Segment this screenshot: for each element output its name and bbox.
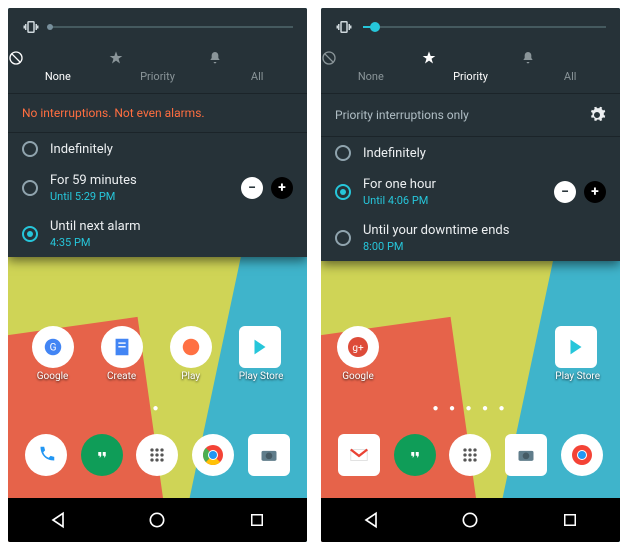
increment-button[interactable]: + xyxy=(584,181,606,203)
nav-recent[interactable] xyxy=(559,509,581,531)
option-label: Until your downtime ends xyxy=(363,223,606,238)
tab-priority[interactable]: Priority xyxy=(421,42,521,93)
tab-all-label: All xyxy=(564,70,577,83)
dock-row xyxy=(321,434,620,476)
bell-icon xyxy=(520,50,620,66)
svg-text:g+: g+ xyxy=(352,343,364,354)
nav-home[interactable] xyxy=(459,509,481,531)
volume-slider[interactable] xyxy=(50,26,293,28)
app-label: Play Store xyxy=(555,371,600,382)
option-label: Until next alarm xyxy=(50,219,293,234)
radio-icon xyxy=(335,145,351,161)
decrement-button[interactable]: − xyxy=(554,181,576,203)
settings-button[interactable] xyxy=(588,106,606,124)
option-for-duration[interactable]: For one hour Until 4:06 PM − + xyxy=(321,169,620,215)
nav-back[interactable] xyxy=(360,509,382,531)
dock-gmail[interactable] xyxy=(338,434,380,476)
option-indefinitely[interactable]: Indefinitely xyxy=(8,133,307,165)
decrement-button[interactable]: − xyxy=(241,177,263,199)
app-label: Play Store xyxy=(239,371,284,382)
option-subtext: Until 4:06 PM xyxy=(363,194,542,207)
dock-camera[interactable] xyxy=(248,434,290,476)
app-google[interactable]: G Google xyxy=(32,326,74,382)
option-subtext: 4:35 PM xyxy=(50,236,293,249)
option-label: For one hour xyxy=(363,177,542,192)
tab-all[interactable]: All xyxy=(207,42,307,93)
mode-tabs: None Priority All xyxy=(8,42,307,94)
status-message: No interruptions. Not even alarms. xyxy=(22,106,205,120)
app-row-folders: g+ Google Play Store xyxy=(321,326,620,382)
tab-all[interactable]: All xyxy=(520,42,620,93)
dock-chrome[interactable] xyxy=(192,434,234,476)
nav-recent[interactable] xyxy=(246,509,268,531)
option-subtext: 8:00 PM xyxy=(363,240,606,253)
radio-icon xyxy=(22,141,38,157)
dock-hangouts[interactable] xyxy=(81,434,123,476)
radio-icon xyxy=(335,230,351,246)
option-label: Indefinitely xyxy=(363,146,606,161)
volume-row xyxy=(321,8,620,42)
star-icon xyxy=(421,50,521,66)
interruption-panel: None Priority All Priority interruptions… xyxy=(321,8,620,261)
page-indicator: ● xyxy=(8,403,307,414)
radio-icon xyxy=(335,184,351,200)
screenshot-left: None Priority All No interruptions. Not … xyxy=(8,8,307,542)
dock-app-drawer[interactable] xyxy=(449,434,491,476)
dock-row xyxy=(8,434,307,476)
dock-app-drawer[interactable] xyxy=(136,434,178,476)
app-create[interactable]: Create xyxy=(101,326,143,382)
app-play[interactable]: Play xyxy=(170,326,212,382)
mode-tabs: None Priority All xyxy=(321,42,620,94)
increment-button[interactable]: + xyxy=(271,177,293,199)
volume-slider[interactable] xyxy=(363,26,606,28)
tab-all-label: All xyxy=(251,70,264,83)
option-indefinitely[interactable]: Indefinitely xyxy=(321,137,620,169)
dock-phone[interactable] xyxy=(25,434,67,476)
screenshot-right: None Priority All Priority interruptions… xyxy=(321,8,620,542)
nav-back[interactable] xyxy=(47,509,69,531)
option-label: For 59 minutes xyxy=(50,173,229,188)
radio-icon xyxy=(22,180,38,196)
star-icon xyxy=(108,50,208,66)
app-row-folders: G Google Create Play Play Store xyxy=(8,326,307,382)
app-label: Google xyxy=(337,371,379,382)
radio-icon xyxy=(22,226,38,242)
status-message-row: No interruptions. Not even alarms. xyxy=(8,94,307,133)
navigation-bar xyxy=(8,498,307,542)
dock-hangouts[interactable] xyxy=(394,434,436,476)
vibrate-icon xyxy=(335,18,353,36)
option-label: Indefinitely xyxy=(50,142,293,157)
block-icon xyxy=(8,50,108,66)
app-label: Google xyxy=(32,371,74,382)
tab-priority-label: Priority xyxy=(140,70,175,83)
tab-none[interactable]: None xyxy=(8,42,108,93)
app-play-store[interactable]: Play Store xyxy=(555,326,600,382)
svg-text:G: G xyxy=(49,343,56,354)
dock-camera[interactable] xyxy=(505,434,547,476)
dock-chrome[interactable] xyxy=(561,434,603,476)
bell-icon xyxy=(207,50,307,66)
app-google-plus[interactable]: g+ Google xyxy=(337,326,379,382)
block-icon xyxy=(321,50,421,66)
status-message: Priority interruptions only xyxy=(335,108,469,122)
option-until-alarm[interactable]: Until next alarm 4:35 PM xyxy=(8,211,307,257)
option-for-duration[interactable]: For 59 minutes Until 5:29 PM − + xyxy=(8,165,307,211)
tab-none[interactable]: None xyxy=(321,42,421,93)
option-subtext: Until 5:29 PM xyxy=(50,190,229,203)
tab-none-label: None xyxy=(358,70,384,83)
tab-none-label: None xyxy=(45,70,71,83)
vibrate-icon xyxy=(22,18,40,36)
volume-row xyxy=(8,8,307,42)
app-play-store[interactable]: Play Store xyxy=(239,326,284,382)
status-message-row: Priority interruptions only xyxy=(321,94,620,137)
interruption-panel: None Priority All No interruptions. Not … xyxy=(8,8,307,257)
tab-priority-label: Priority xyxy=(453,70,488,83)
app-label: Play xyxy=(170,371,212,382)
navigation-bar xyxy=(321,498,620,542)
page-indicator: ● ● ● ● ● xyxy=(321,403,620,414)
tab-priority[interactable]: Priority xyxy=(108,42,208,93)
option-until-downtime[interactable]: Until your downtime ends 8:00 PM xyxy=(321,215,620,261)
nav-home[interactable] xyxy=(146,509,168,531)
app-label: Create xyxy=(101,371,143,382)
